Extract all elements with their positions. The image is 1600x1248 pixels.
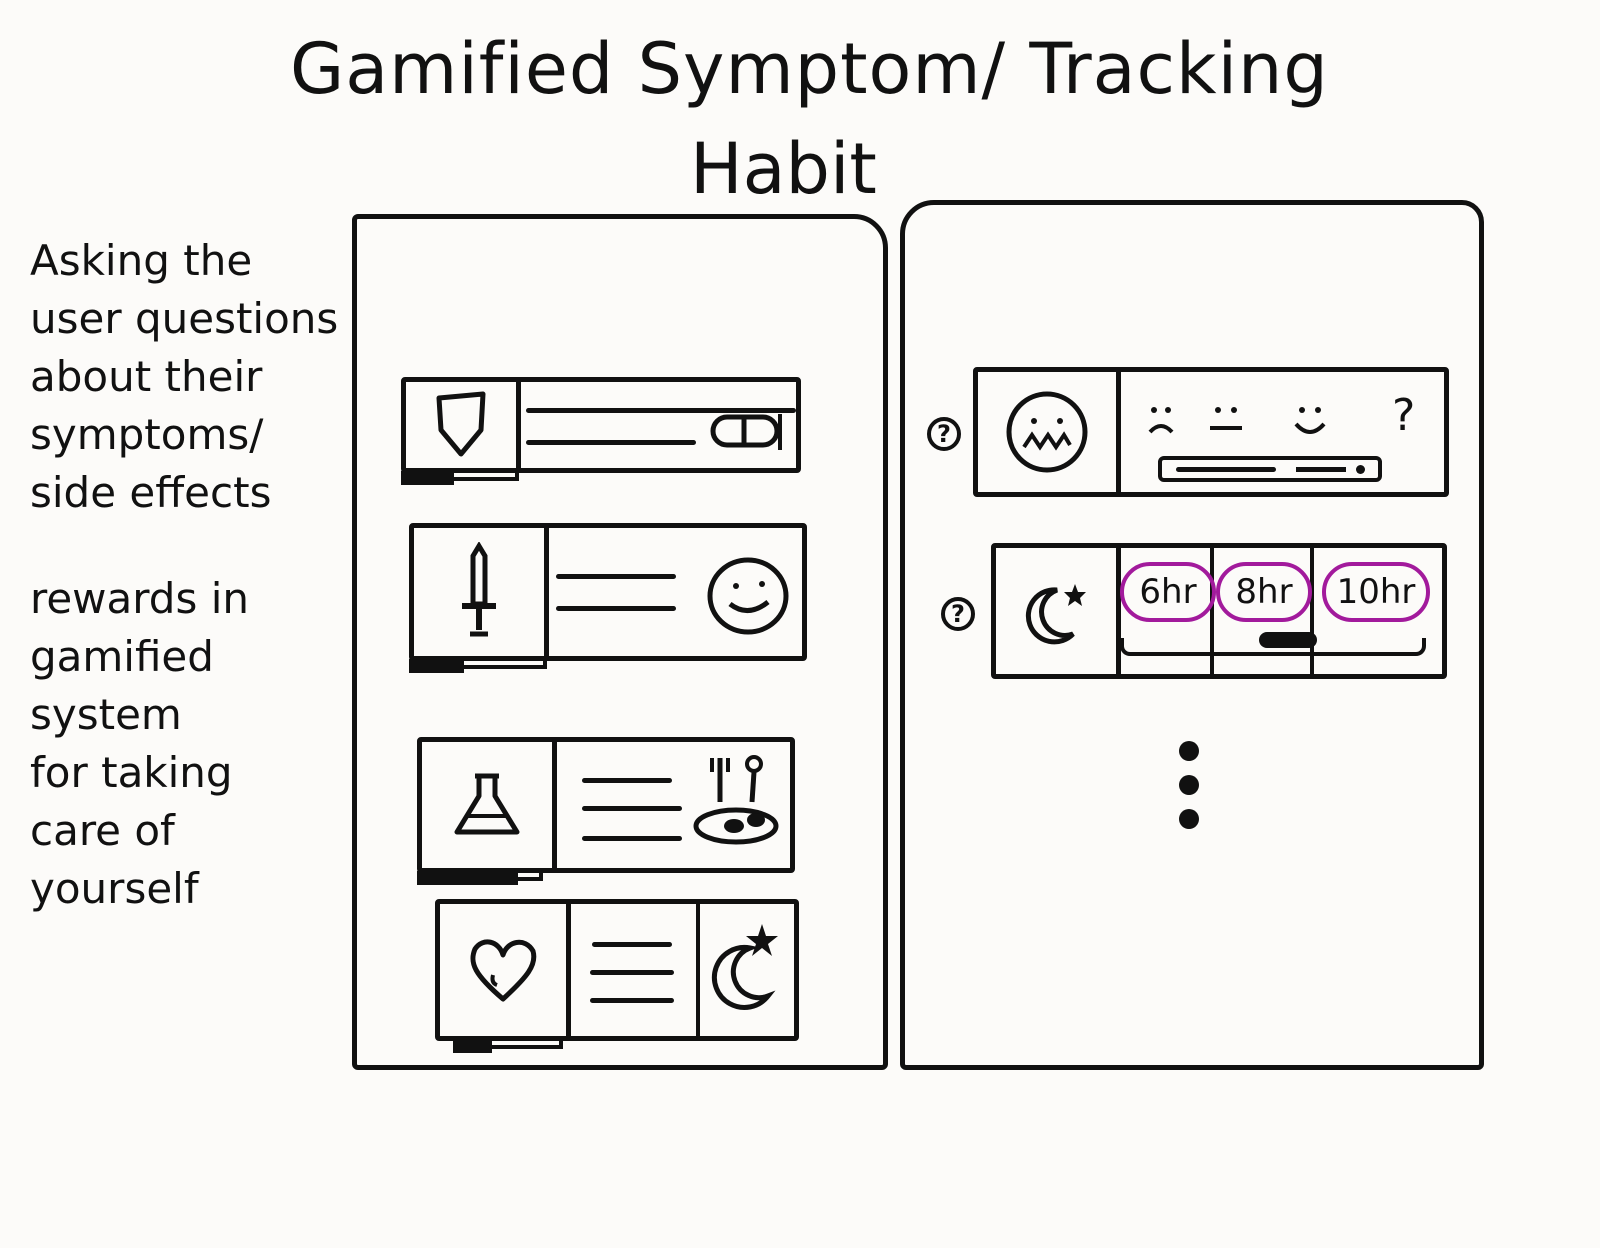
help-icon[interactable]: ? — [941, 597, 975, 631]
habit-card-sword[interactable] — [409, 523, 807, 661]
slider-track — [1176, 467, 1276, 472]
note-line: rewards in — [30, 574, 249, 623]
help-label: ? — [951, 600, 965, 628]
pill-icon — [710, 412, 784, 456]
note-line: symptoms/ — [30, 410, 264, 459]
note-line: care of — [30, 806, 175, 855]
note-line: about their — [30, 352, 263, 401]
happy-face-icon[interactable] — [1290, 402, 1330, 446]
sick-face-icon — [978, 372, 1121, 492]
shield-icon — [406, 382, 521, 468]
progress-bar — [417, 871, 518, 885]
progress-bar — [409, 659, 464, 673]
phone-screen-tracking: ? ? ? 6hr 8hr 10hr — [900, 200, 1484, 1070]
mood-question-card: ? — [973, 367, 1449, 497]
sleep-option-10hr[interactable]: 10hr — [1322, 562, 1430, 622]
phone-screen-rewards — [352, 214, 888, 1070]
habit-card-heart[interactable] — [435, 899, 799, 1041]
food-icon — [690, 752, 782, 856]
progress-bar — [453, 1039, 492, 1053]
note-line: for taking — [30, 748, 233, 797]
neutral-face-icon[interactable] — [1206, 402, 1246, 446]
sleep-option-8hr[interactable]: 8hr — [1216, 562, 1312, 622]
annotation-notes: Asking the user questions about their sy… — [30, 232, 360, 918]
unsure-option[interactable]: ? — [1392, 390, 1415, 441]
sword-icon — [414, 528, 549, 656]
sleep-question-card: 6hr 8hr 10hr — [991, 543, 1447, 679]
sleep-option-6hr[interactable]: 6hr — [1120, 562, 1216, 622]
sleep-slider[interactable] — [1120, 632, 1426, 656]
moon-star-icon — [704, 918, 784, 1022]
help-label: ? — [937, 420, 951, 448]
sad-face-icon[interactable] — [1144, 402, 1178, 446]
slider-end-dot — [1356, 465, 1365, 474]
heart-icon — [440, 904, 571, 1036]
moon-star-icon — [996, 548, 1121, 674]
slider-handle[interactable] — [1259, 632, 1317, 648]
note-line: Asking the — [30, 236, 253, 285]
help-icon[interactable]: ? — [927, 417, 961, 451]
habit-card-shield[interactable] — [401, 377, 801, 473]
note-line: side effects — [30, 468, 272, 517]
progress-bar — [401, 471, 454, 485]
note-line: gamified system — [30, 632, 214, 739]
slider-handle[interactable] — [1296, 467, 1346, 472]
page-title: Gamified Symptom/ Tracking — [290, 28, 1329, 110]
page-title-line2: Habit — [690, 128, 877, 210]
smiley-icon — [706, 556, 790, 640]
more-vertical-icon[interactable] — [1177, 741, 1201, 831]
flask-icon — [422, 742, 557, 868]
note-line: user questions — [30, 294, 339, 343]
mood-slider[interactable] — [1158, 456, 1382, 482]
habit-card-flask[interactable] — [417, 737, 795, 873]
note-line: yourself — [30, 864, 199, 913]
